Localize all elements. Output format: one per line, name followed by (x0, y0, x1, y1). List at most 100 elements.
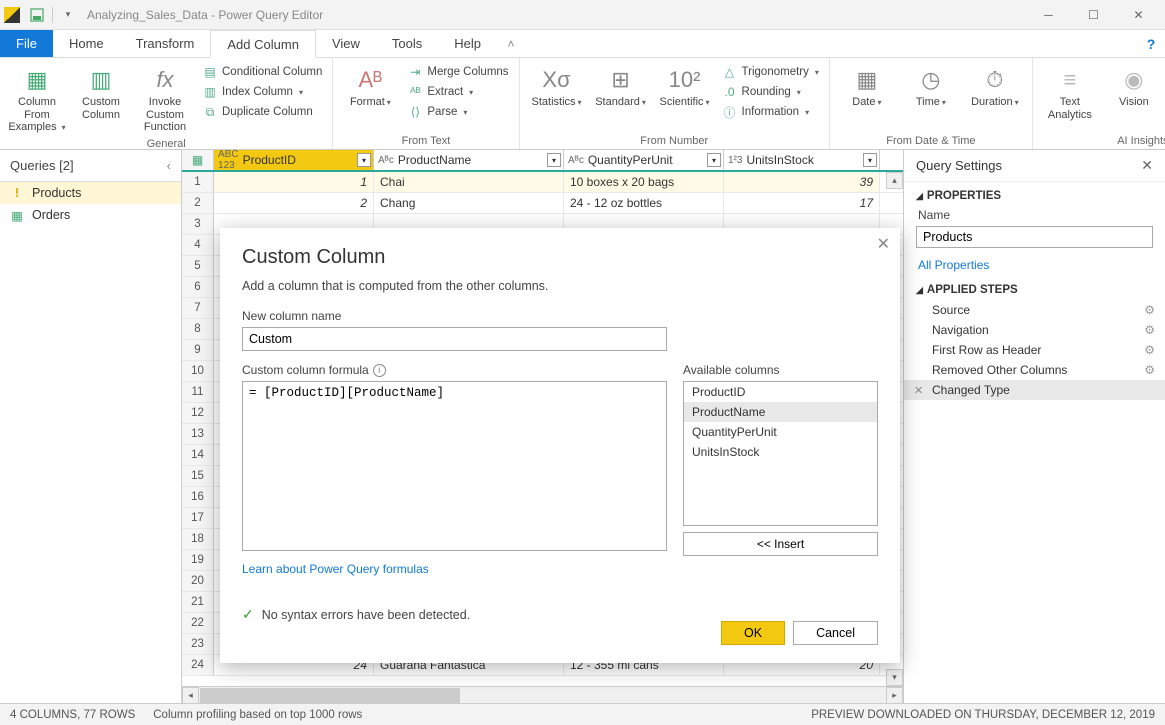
trigonometry-button[interactable]: △Trigonometry▾ (718, 62, 823, 82)
horizontal-scrollbar[interactable]: ◂ ▸ (182, 686, 903, 703)
maximize-button[interactable]: ☐ (1071, 0, 1116, 30)
scientific-button[interactable]: 10²Scientific▾ (654, 62, 716, 111)
column-header-qpu[interactable]: AᴮcQuantityPerUnit▾ (564, 150, 724, 170)
close-button[interactable]: ✕ (1116, 0, 1161, 30)
available-column-item[interactable]: QuantityPerUnit (684, 422, 877, 442)
group-general-label: General (6, 136, 326, 150)
standard-button[interactable]: ⊞Standard▾ (590, 62, 652, 111)
ribbon-collapse-icon[interactable]: ˄ (497, 30, 525, 57)
table-row[interactable]: 11Chai10 boxes x 20 bags39 (182, 172, 903, 193)
step-navigation[interactable]: Navigation⚙ (904, 320, 1165, 340)
scroll-right-icon[interactable]: ▸ (886, 687, 903, 704)
queries-header: Queries [2] ‹ (0, 150, 181, 182)
tab-transform[interactable]: Transform (120, 30, 211, 57)
queries-collapse-icon[interactable]: ‹ (167, 158, 171, 173)
gear-icon[interactable]: ⚙ (1144, 323, 1155, 337)
filter-dropdown-icon[interactable]: ▾ (357, 153, 371, 167)
time-button[interactable]: ◷Time▾ (900, 62, 962, 111)
vision-button[interactable]: ◉Vision (1103, 62, 1165, 111)
tab-tools[interactable]: Tools (376, 30, 438, 57)
info-icon[interactable]: i (373, 364, 386, 377)
qat-dropdown-icon[interactable]: ▾ (57, 4, 79, 26)
ribbon: ▦Column From Examples ▾ ▥Custom Column f… (0, 58, 1165, 150)
duration-button[interactable]: ⏱Duration▾ (964, 62, 1026, 111)
cancel-button[interactable]: Cancel (793, 621, 878, 645)
filter-dropdown-icon[interactable]: ▾ (707, 153, 721, 167)
custom-column-dialog: ✕ Custom Column Add a column that is com… (220, 228, 900, 663)
query-item-products[interactable]: ! Products (0, 182, 181, 204)
settings-close-icon[interactable]: ✕ (1141, 157, 1153, 174)
formula-label: Custom column formula i (242, 363, 667, 377)
custom-column-button[interactable]: ▥Custom Column (70, 62, 132, 123)
column-header-productname[interactable]: AᴮcProductName▾ (374, 150, 564, 170)
tab-home[interactable]: Home (53, 30, 120, 57)
checkmark-icon: ✓ (242, 606, 254, 623)
insert-button[interactable]: << Insert (683, 532, 878, 556)
group-fromtext-label: From Text (339, 133, 512, 147)
merge-columns-button[interactable]: ⇥Merge Columns (403, 62, 512, 82)
column-header-unitsinstock[interactable]: 1²3UnitsInStock▾ (724, 150, 880, 170)
all-properties-link[interactable]: All Properties (904, 254, 1165, 276)
step-changed-type[interactable]: ✕Changed Type (904, 380, 1165, 400)
query-item-orders[interactable]: ▦ Orders (0, 204, 181, 226)
minimize-button[interactable]: ─ (1026, 0, 1071, 30)
new-column-name-input[interactable] (242, 327, 667, 351)
parse-button[interactable]: ⟨⟩Parse▾ (403, 102, 512, 122)
warning-icon: ! (10, 186, 24, 200)
gear-icon[interactable]: ⚙ (1144, 343, 1155, 357)
dialog-subtitle: Add a column that is computed from the o… (242, 279, 878, 293)
extract-button[interactable]: ᴬᴮExtract▾ (403, 82, 512, 102)
index-column-button[interactable]: ▥Index Column▾ (198, 82, 326, 102)
learn-link[interactable]: Learn about Power Query formulas (242, 562, 429, 576)
save-icon[interactable] (26, 4, 48, 26)
scroll-down-icon[interactable]: ▾ (886, 669, 903, 686)
available-column-item[interactable]: ProductID (684, 382, 877, 402)
available-columns-label: Available columns (683, 363, 878, 377)
tab-add-column[interactable]: Add Column (210, 30, 316, 58)
rounding-button[interactable]: .0Rounding▾ (718, 82, 823, 102)
available-column-item[interactable]: ProductName (684, 402, 877, 422)
group-fromdt-label: From Date & Time (836, 133, 1026, 147)
status-preview-date: PREVIEW DOWNLOADED ON THURSDAY, DECEMBER… (811, 709, 1155, 721)
ribbon-tabs: File Home Transform Add Column View Tool… (0, 30, 1165, 58)
table-row[interactable]: 22Chang24 - 12 oz bottles17 (182, 193, 903, 214)
statistics-button[interactable]: ΧσStatistics▾ (526, 62, 588, 111)
available-column-item[interactable]: UnitsInStock (684, 442, 877, 462)
table-corner-icon[interactable]: ▦ (182, 150, 214, 170)
column-header-productid[interactable]: ABC123ProductID▾ (214, 150, 374, 170)
applied-steps-section[interactable]: ◢APPLIED STEPS (904, 276, 1165, 300)
table-icon: ▦ (10, 208, 24, 222)
step-first-row[interactable]: First Row as Header⚙ (904, 340, 1165, 360)
formula-input[interactable] (242, 381, 667, 551)
tab-file[interactable]: File (0, 30, 53, 57)
properties-section[interactable]: ◢PROPERTIES (904, 182, 1165, 206)
dialog-close-icon[interactable]: ✕ (877, 234, 890, 254)
settings-title: Query Settings (916, 158, 1002, 173)
help-icon[interactable]: ? (1137, 30, 1165, 57)
available-columns-list: ProductID ProductName QuantityPerUnit Un… (683, 381, 878, 526)
step-source[interactable]: Source⚙ (904, 300, 1165, 320)
tab-help[interactable]: Help (438, 30, 497, 57)
delete-step-icon[interactable]: ✕ (914, 384, 923, 397)
duplicate-column-button[interactable]: ⧉Duplicate Column (198, 102, 326, 122)
scroll-up-icon[interactable]: ▴ (886, 172, 903, 189)
app-icon (4, 7, 20, 23)
column-from-examples-button[interactable]: ▦Column From Examples ▾ (6, 62, 68, 136)
gear-icon[interactable]: ⚙ (1144, 363, 1155, 377)
date-button[interactable]: ▦Date▾ (836, 62, 898, 111)
query-name-input[interactable] (916, 226, 1153, 248)
format-button[interactable]: AᴮFormat▾ (339, 62, 401, 111)
step-removed[interactable]: Removed Other Columns⚙ (904, 360, 1165, 380)
ok-button[interactable]: OK (721, 621, 785, 645)
group-ai-label: AI Insights (1039, 133, 1165, 147)
filter-dropdown-icon[interactable]: ▾ (547, 153, 561, 167)
invoke-custom-function-button[interactable]: fxInvoke Custom Function (134, 62, 196, 136)
conditional-column-button[interactable]: ▤Conditional Column (198, 62, 326, 82)
scroll-left-icon[interactable]: ◂ (182, 687, 199, 704)
filter-dropdown-icon[interactable]: ▾ (863, 153, 877, 167)
status-bar: 4 COLUMNS, 77 ROWS Column profiling base… (0, 703, 1165, 725)
information-button[interactable]: ⓘInformation▾ (718, 102, 823, 122)
tab-view[interactable]: View (316, 30, 376, 57)
text-analytics-button[interactable]: ≡Text Analytics (1039, 62, 1101, 123)
gear-icon[interactable]: ⚙ (1144, 303, 1155, 317)
